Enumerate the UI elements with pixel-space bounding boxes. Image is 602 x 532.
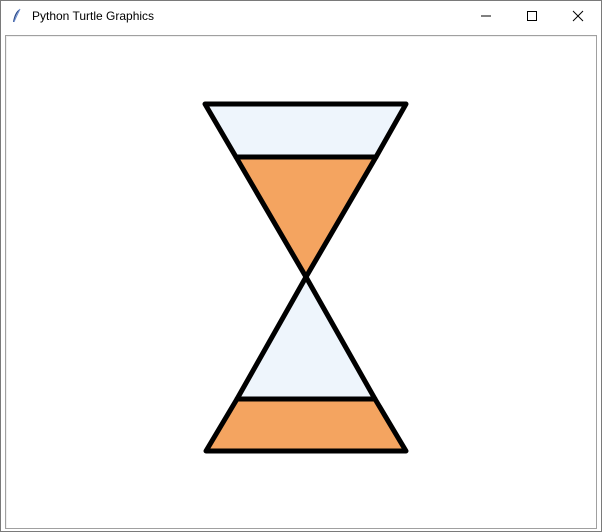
close-button[interactable] bbox=[555, 1, 601, 31]
bottom-sand bbox=[203, 396, 409, 454]
window-title: Python Turtle Graphics bbox=[32, 9, 155, 23]
feather-icon bbox=[9, 8, 25, 24]
minimize-icon bbox=[481, 15, 491, 17]
top-sand bbox=[233, 154, 379, 280]
turtle-canvas[interactable] bbox=[5, 35, 597, 529]
bottom-glass bbox=[234, 274, 378, 402]
turtle-window: Python Turtle Graphics bbox=[0, 0, 602, 532]
hourglass-drawing bbox=[202, 101, 409, 454]
maximize-icon bbox=[527, 11, 537, 21]
maximize-button[interactable] bbox=[509, 1, 555, 31]
minimize-button[interactable] bbox=[463, 1, 509, 31]
title-bar[interactable]: Python Turtle Graphics bbox=[1, 1, 601, 31]
close-icon bbox=[572, 10, 584, 22]
top-glass bbox=[202, 101, 409, 160]
